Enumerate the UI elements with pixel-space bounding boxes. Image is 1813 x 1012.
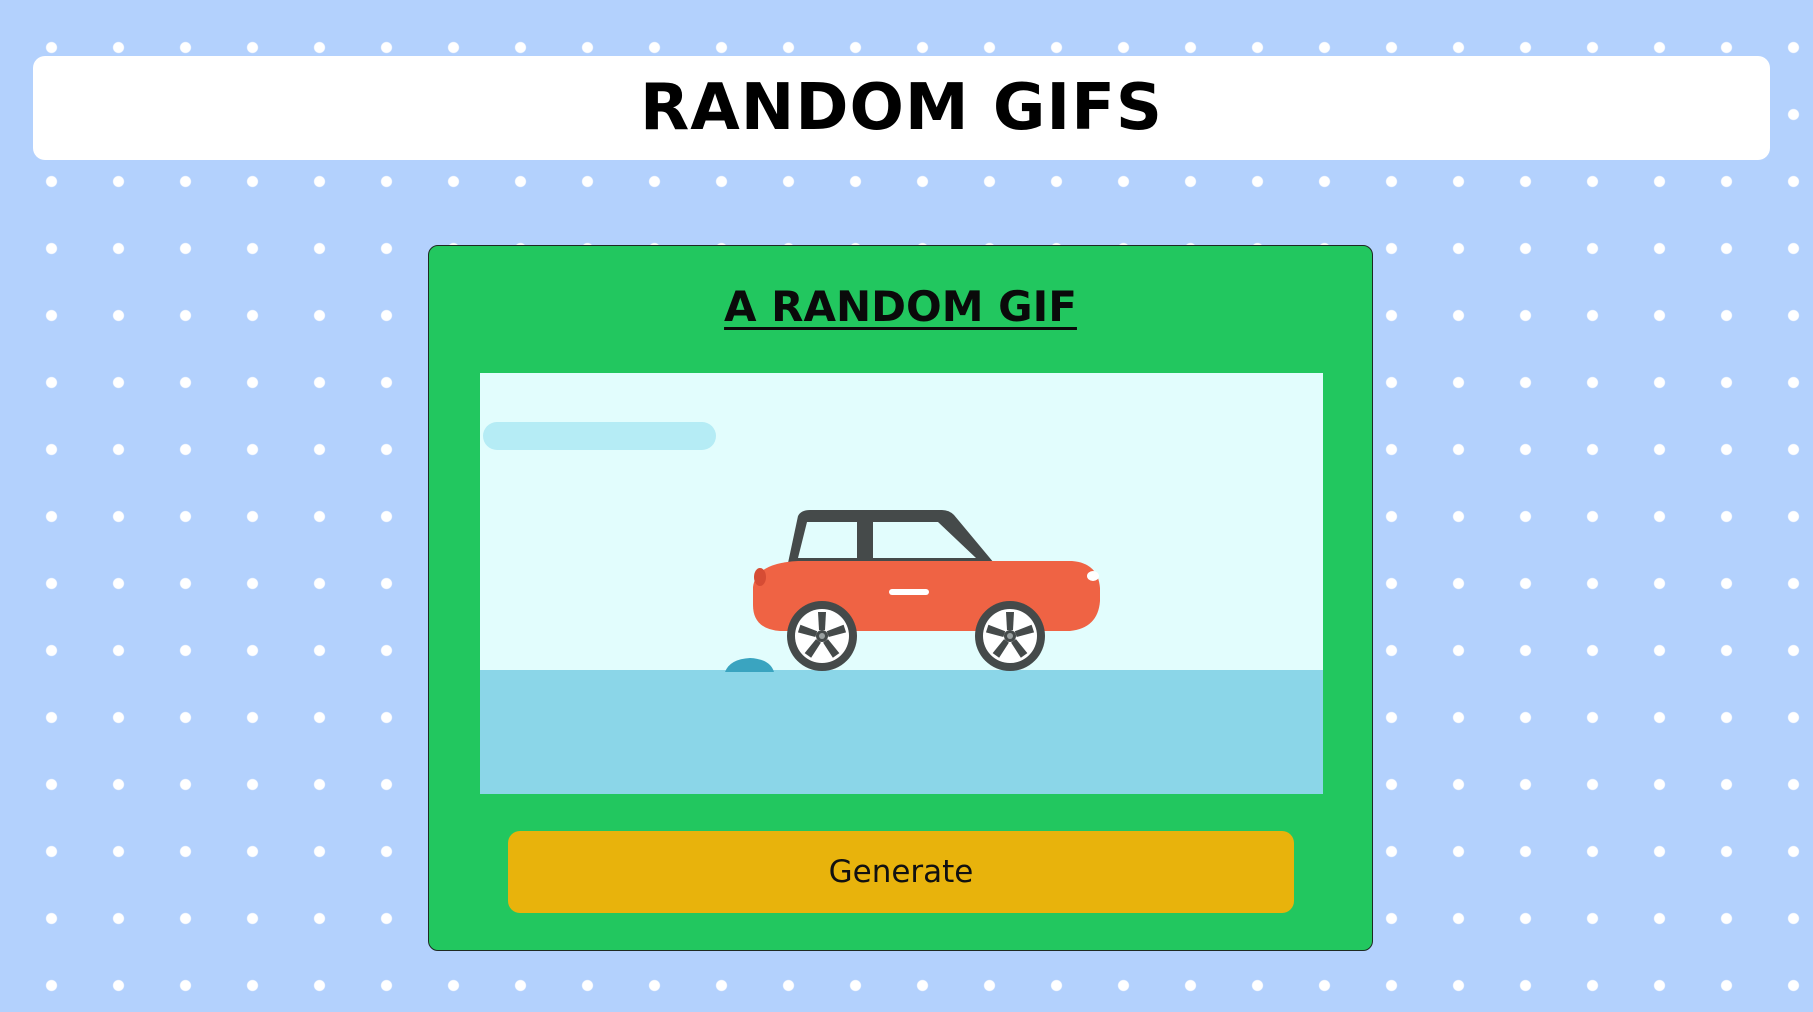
ground: [480, 670, 1323, 794]
cloud-streak: [483, 422, 716, 450]
car-head-light: [1087, 571, 1099, 581]
page-header: RANDOM GIFS: [33, 56, 1770, 160]
car-window-rear: [798, 522, 857, 558]
car-wheel-rear: [787, 601, 857, 671]
car-tail-light: [754, 568, 766, 586]
card-title: A RANDOM GIF: [724, 282, 1077, 331]
page-title: RANDOM GIFS: [639, 71, 1164, 145]
car-door-handle: [889, 589, 929, 595]
gif-card: A RANDOM GIF Generate: [428, 245, 1373, 951]
car-wheel-front: [975, 601, 1045, 671]
generate-button[interactable]: Generate: [508, 831, 1294, 913]
gif-image: [480, 373, 1323, 794]
